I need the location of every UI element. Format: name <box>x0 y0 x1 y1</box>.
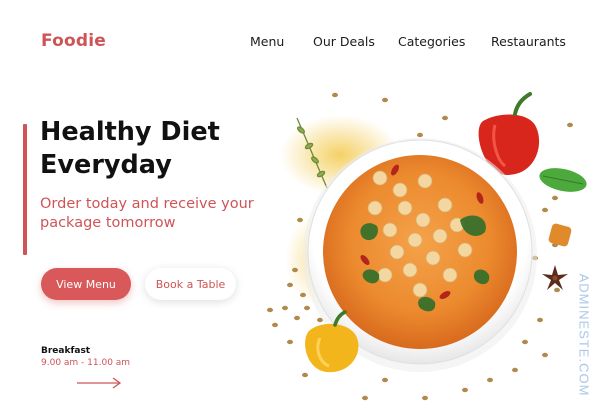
hours-title: Breakfast <box>41 346 91 356</box>
hours-time: 9.00 am - 11.00 am <box>41 358 131 368</box>
view-menu-button[interactable]: View Menu <box>41 268 131 300</box>
accent-bar <box>23 124 27 255</box>
nav-item-restaurants[interactable]: Restaurants <box>491 34 566 49</box>
book-table-button[interactable]: Book a Table <box>145 268 236 300</box>
nav-item-categories[interactable]: Categories <box>398 34 465 49</box>
svg-text:ADMINESTE.COM: ADMINESTE.COM <box>577 274 592 397</box>
nav-item-our-deals[interactable]: Our Deals <box>313 34 375 49</box>
hero-headline-line1: Healthy Diet <box>40 117 220 147</box>
orange-cube <box>548 223 572 247</box>
hero-headline: Healthy Diet Everyday <box>40 116 220 182</box>
watermark: ADMINESTE.COM <box>577 274 592 397</box>
star-anise <box>542 265 568 290</box>
hero-headline-line2: Everyday <box>40 150 172 180</box>
nav-item-menu[interactable]: Menu <box>250 34 284 49</box>
arrow-right-icon[interactable] <box>76 376 122 390</box>
hero-subhead: Order today and receive your package tom… <box>40 196 254 231</box>
main-nav: Menu Our Deals Categories Restaurants <box>0 34 600 52</box>
soup-bowl-image <box>267 92 587 401</box>
